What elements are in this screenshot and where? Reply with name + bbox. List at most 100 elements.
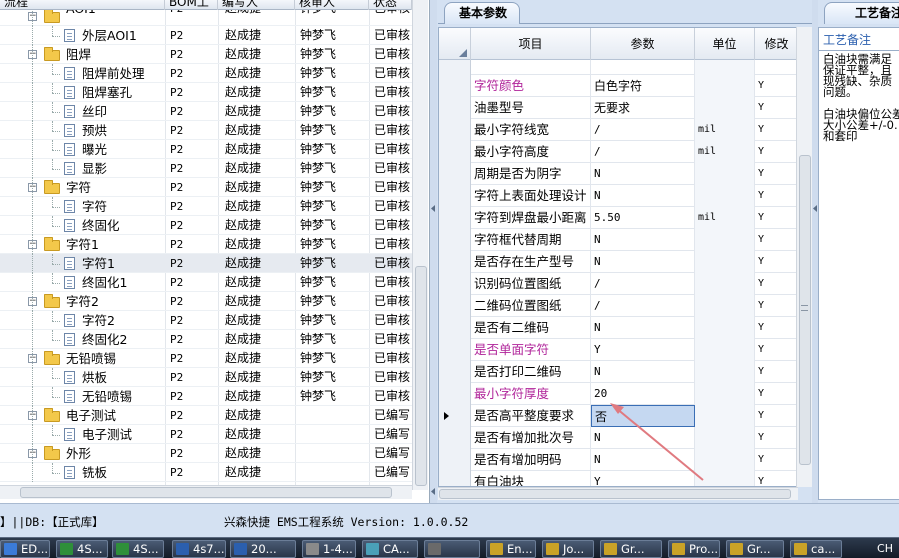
row-header[interactable] xyxy=(439,317,471,339)
column-header-item[interactable]: 项目 xyxy=(471,28,591,60)
param-row[interactable]: 周期是否为阴字 N Y xyxy=(439,163,797,185)
left-splitter[interactable] xyxy=(430,0,437,503)
tree-row[interactable]: − 字符2 P2 赵成捷 钟梦飞 已审核 xyxy=(0,292,412,311)
param-value[interactable]: Y xyxy=(591,471,695,486)
tree-vertical-scrollbar[interactable] xyxy=(412,0,428,490)
param-value[interactable]: 白色字符 xyxy=(591,75,695,97)
param-row[interactable]: 有白油块 Y Y xyxy=(439,471,797,486)
row-header[interactable] xyxy=(439,185,471,207)
param-row[interactable]: 是否存在生产型号 N Y xyxy=(439,251,797,273)
param-value[interactable]: 无要求 xyxy=(591,97,695,119)
notes-textarea[interactable]: 白油块需满足 保证平整，且 现残缺、杂质 问题。 白油块偏位公差 大小公差+/-… xyxy=(823,53,899,142)
tree-row[interactable]: 阻焊塞孔 P2 赵成捷 钟梦飞 已审核 xyxy=(0,83,412,102)
row-header[interactable] xyxy=(439,383,471,405)
param-row[interactable]: 字符框代替周期 N Y xyxy=(439,229,797,251)
tree-row[interactable]: 无铅喷锡 P2 赵成捷 钟梦飞 已审核 xyxy=(0,387,412,406)
param-value[interactable]: N xyxy=(591,361,695,383)
taskbar-button[interactable]: 4S... xyxy=(112,540,164,558)
param-row[interactable]: 油墨型号 无要求 Y xyxy=(439,97,797,119)
param-row[interactable]: 是否有增加批次号 N Y xyxy=(439,427,797,449)
column-header-param[interactable]: 参数 xyxy=(591,28,695,60)
tree-row[interactable]: 外层AOI1 P2 赵成捷 钟梦飞 已审核 xyxy=(0,26,412,45)
taskbar-button[interactable]: Gr... xyxy=(600,540,662,558)
param-row[interactable]: 最小字符高度 / mil Y xyxy=(439,141,797,163)
column-header-modify[interactable]: 修改 xyxy=(755,28,797,60)
tree-row[interactable]: 字符 P2 赵成捷 钟梦飞 已审核 xyxy=(0,197,412,216)
taskbar-button[interactable]: CA... xyxy=(362,540,418,558)
row-header[interactable] xyxy=(439,229,471,251)
taskbar-button[interactable]: 4S... xyxy=(56,540,108,558)
column-header-author[interactable]: 编写人 xyxy=(218,0,295,10)
collapse-left-icon[interactable] xyxy=(431,205,435,212)
tree-row[interactable]: − 无铅喷锡 P2 赵成捷 钟梦飞 已审核 xyxy=(0,349,412,368)
tree-row[interactable]: 终固化2 P2 赵成捷 钟梦飞 已审核 xyxy=(0,330,412,349)
tree-row[interactable]: − 阻焊 P2 赵成捷 钟梦飞 已审核 xyxy=(0,45,412,64)
tree-row[interactable]: 终固化 P2 赵成捷 钟梦飞 已审核 xyxy=(0,216,412,235)
param-value[interactable]: N xyxy=(591,449,695,471)
param-row[interactable]: 最小字符线宽 / mil Y xyxy=(439,119,797,141)
row-header[interactable] xyxy=(439,163,471,185)
row-header[interactable] xyxy=(439,119,471,141)
tree-row[interactable]: 阻焊前处理 P2 赵成捷 钟梦飞 已审核 xyxy=(0,64,412,83)
tree-row[interactable]: 显影 P2 赵成捷 钟梦飞 已审核 xyxy=(0,159,412,178)
tree-horizontal-scrollbar[interactable] xyxy=(0,485,412,499)
row-header[interactable] xyxy=(439,427,471,449)
scrollbar-thumb[interactable] xyxy=(20,487,392,498)
param-value[interactable]: 20 xyxy=(591,383,695,405)
scrollbar-thumb[interactable] xyxy=(439,489,791,499)
param-value[interactable]: Y xyxy=(591,339,695,361)
scrollbar-thumb[interactable] xyxy=(415,266,427,486)
param-row[interactable]: 是否有二维码 N Y xyxy=(439,317,797,339)
taskbar-button[interactable]: Pro... xyxy=(668,540,720,558)
row-header[interactable] xyxy=(439,141,471,163)
param-row[interactable]: 字符上表面处理设计 N Y xyxy=(439,185,797,207)
tree-row[interactable]: 曝光 P2 赵成捷 钟梦飞 已审核 xyxy=(0,140,412,159)
param-value[interactable]: 5.50 xyxy=(591,207,695,229)
taskbar-button[interactable]: En... xyxy=(486,540,536,558)
tree-row[interactable]: 铣板 P2 赵成捷 已编写 xyxy=(0,463,412,482)
tree-row[interactable]: 丝印 P2 赵成捷 钟梦飞 已审核 xyxy=(0,102,412,121)
tab-basic-params[interactable]: 基本参数 xyxy=(444,2,521,24)
row-header[interactable] xyxy=(439,251,471,273)
row-header[interactable] xyxy=(439,449,471,471)
param-value[interactable]: N xyxy=(591,427,695,449)
row-header[interactable] xyxy=(439,339,471,361)
param-row[interactable]: 最小字符厚度 20 Y xyxy=(439,383,797,405)
row-header[interactable] xyxy=(439,97,471,119)
tree-row[interactable]: 预烘 P2 赵成捷 钟梦飞 已审核 xyxy=(0,121,412,140)
column-header-flow[interactable]: 流程 xyxy=(0,0,165,10)
taskbar-button[interactable]: ca... xyxy=(790,540,842,558)
param-row[interactable]: 字符到焊盘最小距离 5.50 mil Y xyxy=(439,207,797,229)
taskbar-button[interactable]: 20... xyxy=(230,540,296,558)
column-header-reviewer[interactable]: 核审人 xyxy=(295,0,369,10)
taskbar-button[interactable]: Jo... xyxy=(542,540,594,558)
row-header[interactable] xyxy=(439,295,471,317)
param-row[interactable]: 二维码位置图纸 / Y xyxy=(439,295,797,317)
column-header-status[interactable]: 状态 xyxy=(369,0,412,10)
tree-row[interactable]: − 外形 P2 赵成捷 已编写 xyxy=(0,444,412,463)
param-value[interactable]: N xyxy=(591,185,695,207)
param-value[interactable]: N xyxy=(591,163,695,185)
param-value[interactable]: / xyxy=(591,141,695,163)
param-value[interactable]: N xyxy=(591,251,695,273)
column-header-bom[interactable]: BOM工 xyxy=(165,0,218,10)
grid-horizontal-scrollbar[interactable] xyxy=(438,487,798,500)
tree-row[interactable]: 电子测试 P2 赵成捷 已编写 xyxy=(0,425,412,444)
taskbar-button[interactable]: 4s7... xyxy=(172,540,226,558)
collapse-left-icon[interactable] xyxy=(431,488,435,495)
tree-row[interactable]: 字符1 P2 赵成捷 钟梦飞 已审核 xyxy=(0,254,412,273)
grid-vertical-scrollbar[interactable] xyxy=(796,27,812,487)
row-header[interactable] xyxy=(439,207,471,229)
taskbar-button[interactable]: 1-4... xyxy=(302,540,356,558)
param-value[interactable]: / xyxy=(591,295,695,317)
param-row[interactable]: 是否打印二维码 N Y xyxy=(439,361,797,383)
param-value[interactable]: / xyxy=(591,119,695,141)
param-row[interactable]: 识别码位置图纸 / Y xyxy=(439,273,797,295)
taskbar-button[interactable] xyxy=(424,540,480,558)
param-value[interactable]: N xyxy=(591,317,695,339)
column-header-unit[interactable]: 单位 xyxy=(695,28,755,60)
tree-row[interactable]: 烘板 P2 赵成捷 钟梦飞 已审核 xyxy=(0,368,412,387)
param-value[interactable]: N xyxy=(591,229,695,251)
param-row[interactable]: 是否单面字符 Y Y xyxy=(439,339,797,361)
param-value[interactable]: 否 xyxy=(591,405,695,427)
